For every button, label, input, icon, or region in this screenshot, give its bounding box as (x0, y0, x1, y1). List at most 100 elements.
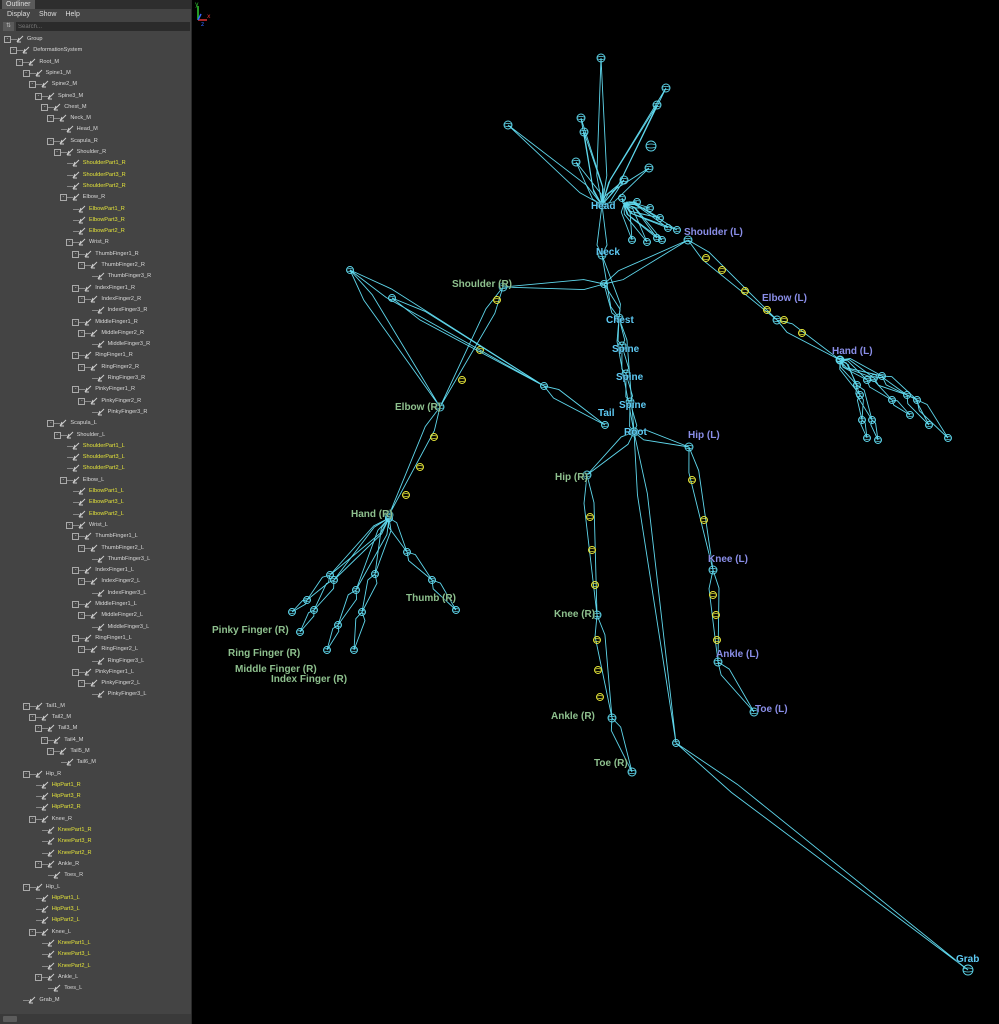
tree-row[interactable]: KneePart3_R (0, 836, 190, 847)
tree-row[interactable]: - Wrist_L (0, 520, 190, 531)
tree-row[interactable]: KneePart2_L (0, 961, 190, 972)
tree-row[interactable]: ThumbFinger3_R (0, 271, 190, 282)
bone[interactable] (542, 385, 606, 426)
tree-row[interactable]: Head_M (0, 124, 190, 135)
tree-row[interactable]: HipPart3_R (0, 791, 190, 802)
expand-toggle[interactable]: - (72, 250, 80, 258)
tree-row[interactable]: ElbowPart1_L (0, 486, 190, 497)
tree-row[interactable]: ElbowPart2_R (0, 226, 190, 237)
tree-row[interactable]: Toes_R (0, 870, 190, 881)
expand-toggle[interactable]: - (16, 58, 24, 66)
tree-row[interactable]: - Chest_M (0, 102, 190, 113)
expand-toggle[interactable]: - (78, 612, 86, 620)
tree-row[interactable]: IndexFinger3_R (0, 305, 190, 316)
tree-row[interactable]: - Tail4_M (0, 735, 190, 746)
expand-toggle[interactable]: - (72, 533, 80, 541)
tree-row[interactable]: KneePart1_L (0, 938, 190, 949)
joint-sphere[interactable] (596, 693, 604, 701)
scrollbar-thumb[interactable] (3, 1016, 17, 1022)
expand-toggle[interactable]: - (72, 318, 80, 326)
expand-toggle[interactable]: - (78, 578, 86, 586)
tree-row[interactable]: - IndexFinger1_L (0, 565, 190, 576)
expand-toggle[interactable]: - (47, 420, 55, 428)
tree-row[interactable]: - Group (0, 34, 190, 45)
menu-help[interactable]: Help (65, 9, 79, 21)
tree-row[interactable]: - ThumbFinger2_L (0, 543, 190, 554)
tree-row[interactable]: - Shoulder_R (0, 147, 190, 158)
joint-sphere[interactable] (713, 636, 721, 644)
tree-row[interactable]: HipPart2_R (0, 802, 190, 813)
bone[interactable] (507, 124, 603, 206)
tree-row[interactable]: - Root_M (0, 57, 190, 68)
expand-toggle[interactable]: - (35, 860, 42, 868)
expand-toggle[interactable]: - (22, 702, 30, 710)
tree-row[interactable]: IndexFinger3_L (0, 588, 190, 599)
joint-sphere[interactable] (645, 140, 657, 152)
tree-row[interactable]: RingFinger3_L (0, 656, 190, 667)
expand-toggle[interactable]: - (35, 92, 42, 100)
joint-sphere[interactable] (780, 316, 788, 324)
expand-toggle[interactable]: - (72, 386, 80, 394)
tree-row[interactable]: - RingFinger2_R (0, 362, 190, 373)
expand-toggle[interactable]: - (28, 815, 36, 823)
horizontal-scrollbar[interactable] (0, 1014, 191, 1024)
outliner-tab[interactable]: Outliner (2, 0, 35, 9)
viewport-3d[interactable]: Head Neck Shoulder (L) Shoulder (R) Elbo… (192, 0, 999, 1024)
bone[interactable] (688, 446, 714, 571)
bone[interactable] (388, 406, 441, 516)
bone[interactable] (291, 599, 308, 613)
tree-row[interactable]: - RingFinger1_R (0, 350, 190, 361)
expand-toggle[interactable]: - (72, 634, 80, 642)
expand-toggle[interactable]: - (47, 137, 55, 145)
tree-row[interactable]: ShoulderPart2_L (0, 463, 190, 474)
tree-row[interactable]: ShoulderPart1_R (0, 158, 190, 169)
joint-sphere[interactable] (430, 433, 438, 441)
tree-row[interactable]: KneePart3_L (0, 949, 190, 960)
tree-row[interactable]: - Ankle_L (0, 972, 190, 983)
tree-row[interactable]: HipPart3_L (0, 904, 190, 915)
expand-toggle[interactable]: - (78, 397, 86, 405)
expand-toggle[interactable]: - (72, 668, 80, 676)
expand-toggle[interactable]: - (72, 284, 80, 292)
expand-toggle[interactable]: - (47, 747, 55, 755)
tree-row[interactable]: - Hip_R (0, 769, 190, 780)
tree-row[interactable]: - Ankle_R (0, 859, 190, 870)
expand-toggle[interactable]: - (78, 329, 86, 337)
expand-toggle[interactable]: - (78, 262, 86, 269)
joint-sphere[interactable] (702, 254, 710, 262)
tree-row[interactable]: - Knee_R (0, 814, 190, 825)
tree-row[interactable]: MiddleFinger3_R (0, 339, 190, 350)
tree-row[interactable]: - ThumbFinger1_L (0, 531, 190, 542)
expand-toggle[interactable]: - (41, 736, 49, 744)
bone[interactable] (633, 431, 677, 744)
tree-row[interactable]: - MiddleFinger2_R (0, 328, 190, 339)
bone[interactable] (586, 431, 635, 476)
expand-toggle[interactable]: - (28, 714, 36, 721)
bone[interactable] (675, 742, 969, 971)
bone[interactable] (349, 269, 441, 408)
tree-row[interactable]: - Hip_L (0, 882, 190, 893)
tree-row[interactable]: - Spine2_M (0, 79, 190, 90)
joint-sphere[interactable] (493, 296, 501, 304)
tree-row[interactable]: HipPart2_L (0, 915, 190, 926)
menu-show[interactable]: Show (39, 9, 57, 21)
tree-row[interactable]: - Shoulder_L (0, 430, 190, 441)
tree-row[interactable]: Toes_L (0, 983, 190, 994)
search-input[interactable] (16, 22, 190, 31)
bone[interactable] (388, 517, 408, 553)
tree-row[interactable]: - PinkyFinger2_R (0, 396, 190, 407)
bone[interactable] (337, 589, 358, 626)
joint-sphere[interactable] (594, 666, 602, 674)
tree-row[interactable]: KneePart1_R (0, 825, 190, 836)
expand-toggle[interactable]: - (78, 295, 86, 303)
expand-toggle[interactable]: - (53, 431, 61, 439)
tree-row[interactable]: Grab_M (0, 995, 190, 1006)
bone[interactable] (775, 319, 841, 361)
menu-display[interactable]: Display (7, 9, 30, 21)
expand-toggle[interactable]: - (10, 47, 18, 55)
bone[interactable] (502, 279, 605, 291)
tree-row[interactable]: - Tail2_M (0, 712, 190, 723)
tree-row[interactable]: HipPart1_R (0, 780, 190, 791)
expand-toggle[interactable]: - (72, 601, 80, 608)
tree-row[interactable]: - MiddleFinger2_L (0, 610, 190, 621)
